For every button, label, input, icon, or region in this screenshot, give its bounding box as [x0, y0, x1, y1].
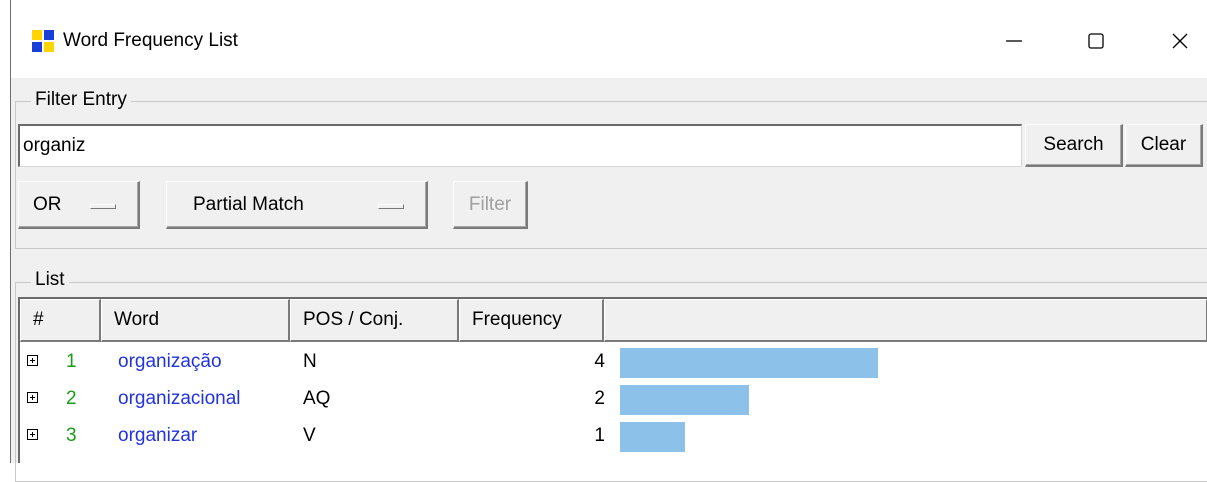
search-input[interactable] — [18, 124, 1022, 167]
maximize-icon — [1088, 33, 1104, 49]
clear-button[interactable]: Clear — [1125, 124, 1203, 167]
expand-icon[interactable] — [27, 392, 38, 403]
list-row[interactable]: 1 organização N 4 — [20, 344, 1207, 380]
row-pos: N — [303, 351, 317, 372]
list-row[interactable]: 2 organizacional AQ 2 — [20, 381, 1207, 417]
frequency-bar — [620, 348, 878, 378]
title-bar[interactable]: Word Frequency List — [11, 0, 1207, 78]
filter-button[interactable]: Filter — [453, 181, 528, 229]
column-header-pos[interactable]: POS / Conj. — [290, 299, 459, 342]
column-header-word[interactable]: Word — [101, 299, 290, 342]
row-word: organizacional — [118, 388, 241, 409]
app-grid-icon — [32, 30, 54, 52]
row-word: organização — [118, 351, 222, 372]
row-word: organizar — [118, 425, 198, 446]
row-pos: AQ — [303, 388, 331, 409]
word-frequency-window: Word Frequency List Filter Entry Search … — [10, 0, 1207, 482]
logic-operator-dropdown[interactable]: OR — [18, 181, 140, 229]
row-number: 2 — [66, 388, 77, 409]
column-header-number[interactable]: # — [20, 299, 101, 342]
logic-operator-value: OR — [33, 193, 62, 215]
frequency-bar — [620, 385, 749, 415]
expand-icon[interactable] — [27, 429, 38, 440]
window-title: Word Frequency List — [63, 30, 238, 51]
column-header-frequency[interactable]: Frequency — [459, 299, 604, 342]
minimize-button[interactable] — [991, 18, 1037, 64]
row-number: 1 — [66, 351, 77, 372]
frequency-list[interactable]: # Word POS / Conj. Frequency 1 organizaç… — [18, 297, 1207, 463]
frequency-bar — [620, 422, 685, 452]
close-button[interactable] — [1157, 18, 1203, 64]
filter-entry-legend: Filter Entry — [31, 89, 131, 111]
row-number: 3 — [66, 425, 77, 446]
row-frequency: 2 — [594, 388, 605, 409]
column-header-bar[interactable] — [604, 299, 1207, 342]
row-pos: V — [303, 425, 316, 446]
close-icon — [1172, 33, 1188, 49]
row-frequency: 1 — [594, 425, 605, 446]
minimize-icon — [1006, 40, 1022, 42]
expand-icon[interactable] — [27, 355, 38, 366]
list-row[interactable]: 3 organizar V 1 — [20, 418, 1207, 454]
match-mode-value: Partial Match — [193, 193, 304, 215]
dropdown-indicator-icon — [90, 203, 116, 209]
match-mode-dropdown[interactable]: Partial Match — [166, 181, 428, 229]
dropdown-indicator-icon — [378, 203, 404, 209]
row-frequency: 4 — [594, 351, 605, 372]
maximize-button[interactable] — [1073, 18, 1119, 64]
search-button[interactable]: Search — [1025, 124, 1123, 167]
list-legend: List — [31, 269, 69, 291]
